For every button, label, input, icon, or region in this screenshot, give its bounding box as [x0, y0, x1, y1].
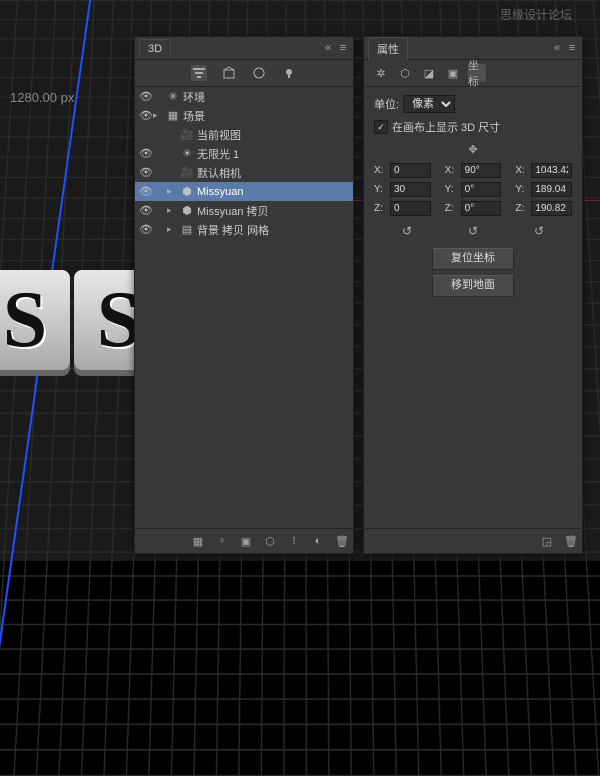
collapse-icon[interactable]: «: [322, 43, 334, 53]
pos-z-label: Z:: [374, 203, 390, 214]
trash-icon[interactable]: 🗑: [564, 534, 578, 548]
render-settings-icon[interactable]: ◲: [540, 534, 554, 548]
mesh-icon: ⬢: [180, 185, 194, 198]
tree-item-label: 当前视图: [197, 127, 349, 143]
rot-y-input[interactable]: [461, 182, 502, 197]
scene-icon: ▦: [166, 109, 180, 122]
tree-item[interactable]: 👁▸▦场景: [135, 106, 353, 125]
expand-arrow-icon[interactable]: ▸: [167, 205, 177, 216]
expand-arrow-icon[interactable]: ▸: [167, 186, 177, 197]
mesh-icon: ⬢: [180, 204, 194, 217]
unit-select[interactable]: 像素: [403, 95, 455, 113]
env-icon: ✳: [166, 90, 180, 103]
scale-x-label: X:: [515, 165, 531, 176]
visibility-icon[interactable]: 👁: [139, 109, 153, 122]
reset-rot-icon[interactable]: ↺: [466, 224, 480, 238]
filter-all-icon[interactable]: [191, 65, 207, 81]
visibility-icon[interactable]: 👁: [139, 204, 153, 217]
tree-item[interactable]: 🎥当前视图: [135, 125, 353, 144]
footer-warning-icon[interactable]: !: [287, 534, 301, 548]
panel-properties: 属性 « ≡ ✲ ⬡ ◪ ▣ 坐标 单位: 像素 ✓ 在画布上显示 3D 尺寸 …: [363, 36, 583, 554]
scale-z-label: Z:: [515, 203, 531, 214]
tree-item-label: 无限光 1: [197, 146, 349, 162]
visibility-icon[interactable]: 👁: [139, 223, 153, 236]
property-tabs: ✲ ⬡ ◪ ▣ 坐标: [364, 60, 582, 87]
panel-3d-footer: ▦ ♀ ▣ ⬡ ! ◐ 🗑: [135, 528, 353, 553]
rot-y-label: Y:: [445, 184, 461, 195]
show-dims-checkbox[interactable]: ✓: [374, 120, 388, 134]
scene-tree: 👁✳环境👁▸▦场景🎥当前视图👁☀无限光 1👁🎥默认相机👁▸⬢Missyuan👁▸…: [135, 87, 353, 528]
tree-item-label: 背景 拷贝 网格: [197, 222, 349, 238]
prop-tab-mesh-icon[interactable]: ✲: [372, 64, 390, 82]
panel-3d: 3D « ≡ 👁✳环境👁▸▦场景🎥当前视图👁☀无限光 1👁🎥默认相机👁▸⬢Mis…: [134, 36, 354, 554]
show-dims-label: 在画布上显示 3D 尺寸: [392, 119, 500, 135]
scale-x-input[interactable]: [531, 163, 572, 178]
unit-label: 单位:: [374, 96, 399, 112]
footer-render-icon[interactable]: ◐: [311, 534, 325, 548]
tree-item-label: Missyuan: [197, 186, 349, 198]
expand-arrow-icon[interactable]: ▸: [167, 224, 177, 235]
mesh2-icon: ▤: [180, 223, 194, 236]
tree-item-label: 场景: [183, 108, 349, 124]
visibility-icon[interactable]: 👁: [139, 90, 153, 103]
panel-3d-tabbar: 3D « ≡: [135, 37, 353, 60]
tree-item-label: 环境: [183, 89, 349, 105]
reset-scale-icon[interactable]: ↺: [532, 224, 546, 238]
filter-bar: [135, 60, 353, 87]
tree-item[interactable]: 👁 ✳环境: [135, 87, 353, 106]
tab-properties[interactable]: 属性: [368, 37, 408, 60]
tree-item[interactable]: 👁 ☀无限光 1: [135, 144, 353, 163]
pos-x-label: X:: [374, 165, 390, 176]
tree-item-label: Missyuan 拷贝: [197, 203, 349, 219]
filter-mesh-icon[interactable]: [221, 65, 237, 81]
tree-item[interactable]: 👁 ▸⬢Missyuan 拷贝: [135, 201, 353, 220]
cam-icon: 🎥: [180, 166, 194, 179]
prop-tab-deform-icon[interactable]: ⬡: [396, 64, 414, 82]
panel-menu-icon[interactable]: ≡: [566, 43, 578, 53]
tree-item[interactable]: 👁 ▸⬢Missyuan: [135, 182, 353, 201]
tab-3d[interactable]: 3D: [139, 39, 171, 58]
filter-material-icon[interactable]: [251, 65, 267, 81]
scale-y-label: Y:: [515, 184, 531, 195]
reset-pos-icon[interactable]: ↺: [400, 224, 414, 238]
move-tool-icon: ✥: [465, 141, 481, 157]
pos-y-input[interactable]: [390, 182, 431, 197]
watermark: 思缘设计论坛: [500, 6, 572, 23]
trash-icon[interactable]: 🗑: [335, 534, 349, 548]
pos-x-input[interactable]: [390, 163, 431, 178]
filter-light-icon[interactable]: [281, 65, 297, 81]
scale-y-input[interactable]: [531, 182, 572, 197]
panel-menu-icon[interactable]: ≡: [337, 43, 349, 53]
tree-item[interactable]: 👁 ▸▤背景 拷贝 网格: [135, 220, 353, 239]
scale-z-input[interactable]: [531, 201, 572, 216]
footer-mesh-icon[interactable]: ▦: [191, 534, 205, 548]
cam-icon: 🎥: [180, 128, 194, 141]
rot-x-input[interactable]: [461, 163, 502, 178]
pos-y-label: Y:: [374, 184, 390, 195]
prop-tab-shell-icon[interactable]: ▣: [444, 64, 462, 82]
move-to-ground-button[interactable]: 移到地面: [432, 275, 514, 297]
rot-z-input[interactable]: [461, 201, 502, 216]
rot-z-label: Z:: [445, 203, 461, 214]
expand-arrow-icon[interactable]: ▸: [153, 110, 163, 121]
visibility-icon[interactable]: 👁: [139, 185, 153, 198]
collapse-icon[interactable]: «: [551, 43, 563, 53]
ruler-measurement: 1280.00 px: [10, 90, 74, 105]
tree-item-label: 默认相机: [197, 165, 349, 181]
pos-z-input[interactable]: [390, 201, 431, 216]
light-icon: ☀: [180, 147, 194, 160]
footer-material-icon[interactable]: ⬡: [263, 534, 277, 548]
footer-light-icon[interactable]: ♀: [215, 534, 229, 548]
rot-x-label: X:: [445, 165, 461, 176]
visibility-icon[interactable]: 👁: [139, 147, 153, 160]
reset-coords-button[interactable]: 复位坐标: [432, 248, 514, 270]
tree-item[interactable]: 👁 🎥默认相机: [135, 163, 353, 182]
prop-tab-coordinates[interactable]: 坐标: [468, 64, 486, 82]
footer-camera-icon[interactable]: ▣: [239, 534, 253, 548]
coordinates-grid: X: Y: Z: X: Y: Z: X: Y: Z:: [374, 163, 572, 220]
panel-properties-footer: ◲ 🗑: [364, 528, 582, 553]
prop-tab-cap-icon[interactable]: ◪: [420, 64, 438, 82]
visibility-icon[interactable]: 👁: [139, 166, 153, 179]
properties-body: 单位: 像素 ✓ 在画布上显示 3D 尺寸 ✥ X: Y: Z: X: Y: Z…: [364, 87, 582, 528]
